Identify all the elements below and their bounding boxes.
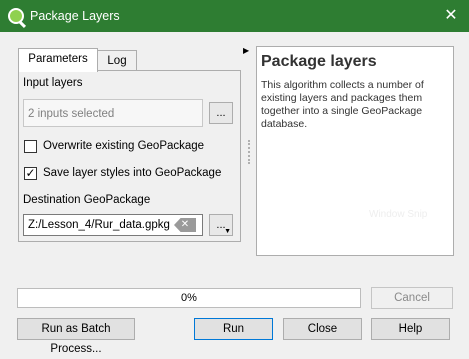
- cancel-button[interactable]: Cancel: [371, 287, 453, 309]
- help-button[interactable]: Help: [371, 318, 450, 340]
- close-icon[interactable]: ✕: [433, 0, 469, 32]
- help-panel: Package layers This algorithm collects a…: [256, 46, 454, 256]
- watermark-text: Window Snip: [369, 209, 428, 220]
- chevron-down-icon: ▼: [224, 228, 231, 235]
- tab-parameters[interactable]: Parameters: [18, 48, 98, 72]
- destination-label: Destination GeoPackage: [23, 194, 151, 206]
- clear-icon[interactable]: ✕: [174, 218, 196, 232]
- input-layers-label: Input layers: [23, 77, 83, 89]
- package-layers-dialog: Package Layers ✕ Parameters Log Input la…: [0, 0, 469, 355]
- destination-browse-button[interactable]: ... ▼: [209, 214, 233, 236]
- destination-field[interactable]: Z:/Lesson_4/Rur_data.gpkg ✕: [23, 214, 203, 236]
- progress-text: 0%: [181, 292, 197, 304]
- qgis-icon: [8, 8, 24, 24]
- title-bar: Package Layers ✕: [0, 0, 469, 32]
- parameters-panel: Input layers 2 inputs selected ... Overw…: [18, 70, 241, 242]
- progress-bar: 0%: [17, 288, 361, 308]
- overwrite-checkbox[interactable]: [24, 140, 37, 153]
- collapse-arrow-icon[interactable]: ▶: [243, 46, 249, 55]
- help-title: Package layers: [261, 53, 377, 70]
- batch-process-button[interactable]: Run as Batch Process...: [17, 318, 135, 355]
- run-button[interactable]: Run: [194, 318, 273, 340]
- help-description: This algorithm collects a number of exis…: [261, 79, 424, 130]
- window-title: Package Layers: [30, 9, 120, 23]
- save-styles-checkbox[interactable]: ✓: [24, 167, 37, 180]
- input-layers-browse-button[interactable]: ...: [209, 102, 233, 124]
- destination-path: Z:/Lesson_4/Rur_data.gpkg: [28, 219, 170, 231]
- input-layers-field[interactable]: 2 inputs selected: [23, 99, 203, 127]
- close-button[interactable]: Close: [283, 318, 362, 340]
- overwrite-label[interactable]: Overwrite existing GeoPackage: [43, 140, 204, 152]
- tab-log[interactable]: Log: [97, 50, 137, 72]
- splitter-handle[interactable]: [248, 140, 250, 164]
- save-styles-label[interactable]: Save layer styles into GeoPackage: [43, 167, 221, 179]
